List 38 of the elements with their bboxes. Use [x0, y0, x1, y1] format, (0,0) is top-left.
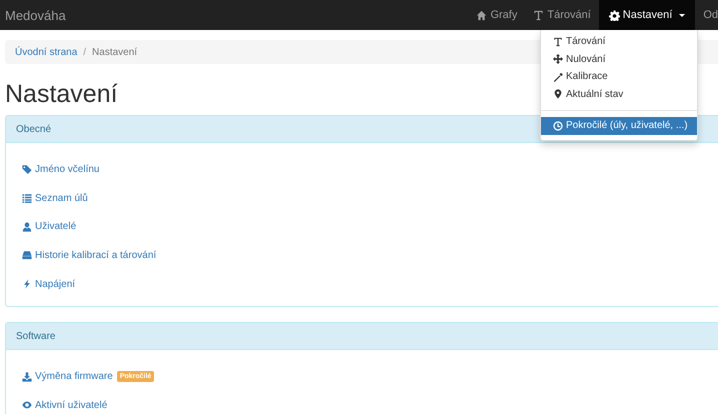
clock-icon: [553, 120, 563, 131]
settings-link[interactable]: Historie kalibrací a tárování: [22, 250, 156, 261]
list-icon: [22, 193, 32, 204]
nav-link[interactable]: Tárování: [525, 0, 599, 30]
wand-icon: [553, 72, 563, 82]
nav-link[interactable]: Nastavení: [598, 0, 696, 30]
brand-link[interactable]: Medováha: [0, 8, 66, 22]
nav-link[interactable]: Grafy: [468, 0, 526, 30]
download-icon: [22, 372, 32, 382]
text-cursor-icon: [533, 10, 544, 20]
settings-link[interactable]: Uživatelé: [22, 221, 76, 232]
text-cursor-icon: [553, 36, 563, 47]
gear-icon: [608, 10, 620, 20]
page-title: Nastavení: [5, 80, 118, 109]
settings-link[interactable]: Aktivní uživatelé: [22, 400, 108, 411]
eye-icon: [22, 400, 32, 410]
house-icon: [476, 10, 488, 20]
caret-icon: [679, 14, 686, 16]
breadcrumb-current: Nastavení: [92, 46, 138, 58]
nav-link[interactable]: Od: [695, 0, 718, 30]
settings-link[interactable]: Jméno včelínu: [22, 164, 100, 175]
settings-link[interactable]: Výměna firmware: [22, 371, 113, 382]
drive-icon: [22, 250, 32, 260]
panel-heading: Software: [6, 323, 718, 350]
lightning-bolt-icon: [22, 279, 32, 290]
menu-item[interactable]: Pokročilé (úly, uživatelé, ...): [541, 117, 697, 134]
settings-link[interactable]: Seznam úlů: [22, 192, 88, 204]
tag-icon: [22, 164, 32, 174]
settings-link[interactable]: Napájení: [22, 278, 76, 290]
map-pin-icon: [553, 89, 563, 100]
breadcrumb-link[interactable]: Úvodní strana: [15, 46, 78, 58]
person-icon: [22, 222, 32, 232]
breadcrumb-separator: /: [82, 46, 88, 58]
menu-item[interactable]: Aktuální stav: [541, 86, 697, 103]
menu-item[interactable]: Kalibrace: [541, 68, 697, 86]
menu-item[interactable]: Tárování: [541, 33, 697, 50]
menu-item[interactable]: Nulování: [541, 50, 697, 68]
move-arrows-icon: [553, 54, 563, 64]
